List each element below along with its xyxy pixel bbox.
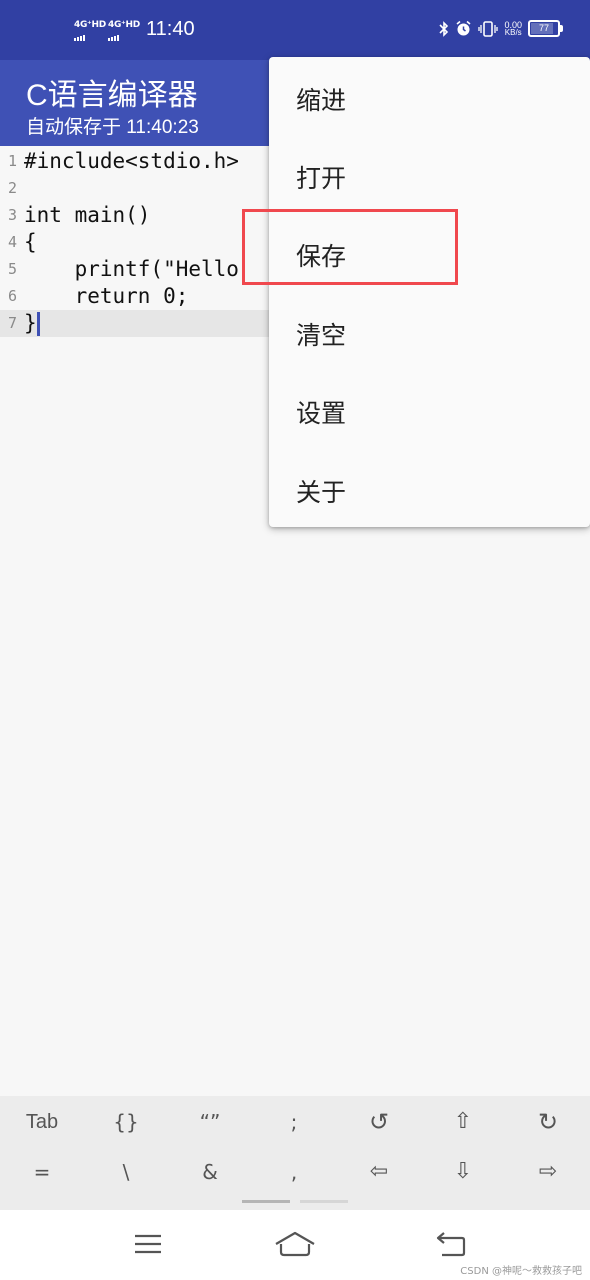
back-icon[interactable] (432, 1228, 472, 1260)
key-quotes[interactable]: “” (168, 1100, 252, 1144)
menu-item-open[interactable]: 打开 (269, 135, 590, 213)
signal-bars-icon (108, 31, 140, 41)
autosave-status: 自动保存于 11:40:23 (26, 117, 199, 138)
menu-item-about[interactable]: 关于 (269, 449, 590, 527)
text-cursor (37, 312, 40, 336)
watermark: CSDN @神呢～救救孩子吧 (460, 1266, 582, 1277)
signal-2-label: 4G⁺HD (108, 20, 140, 30)
arrow-up-icon[interactable]: ⇧ (421, 1100, 505, 1144)
undo-icon[interactable]: ↺ (337, 1100, 421, 1144)
key-tab[interactable]: Tab (0, 1100, 84, 1144)
key-comma[interactable]: , (252, 1150, 336, 1194)
line-number: 7 (7, 314, 17, 332)
menu-item-indent[interactable]: 缩进 (269, 57, 590, 135)
signal-1-label: 4G⁺HD (74, 20, 106, 30)
alarm-icon (456, 20, 471, 36)
net-speed-unit: KB/s (504, 27, 522, 37)
line-number: 1 (7, 152, 17, 170)
line-number: 6 (7, 287, 17, 305)
code-text[interactable]: { (24, 230, 37, 254)
vibrate-icon (478, 20, 499, 37)
overflow-menu: 缩进 打开 保存 清空 设置 关于 (269, 57, 590, 527)
code-text[interactable]: return 0; (24, 284, 189, 308)
arrow-right-icon[interactable]: ⇨ (506, 1150, 590, 1194)
battery-icon: 77 (528, 20, 563, 37)
key-ampersand[interactable]: & (168, 1150, 252, 1194)
home-icon[interactable] (273, 1228, 317, 1260)
code-text[interactable]: } (24, 311, 37, 335)
menu-item-clear[interactable]: 清空 (269, 292, 590, 370)
arrow-down-icon[interactable]: ⇩ (421, 1150, 505, 1194)
code-text[interactable]: printf("Hello (24, 257, 239, 281)
app-title: C语言编译器 (26, 79, 198, 112)
line-number: 5 (7, 260, 17, 278)
status-bar: 4G⁺HD 4G⁺HD 11:40 0.00 KB/s 77 (0, 0, 590, 60)
bluetooth-icon (439, 20, 449, 37)
redo-icon[interactable]: ↻ (506, 1100, 590, 1144)
signal-indicator-2: 4G⁺HD (108, 20, 140, 41)
arrow-left-icon[interactable]: ⇦ (337, 1150, 421, 1194)
signal-bars-icon (74, 31, 106, 41)
menu-item-label: 清空 (296, 321, 347, 350)
net-speed: 0.00 KB/s (504, 20, 522, 37)
line-number: 3 (7, 206, 17, 224)
code-text[interactable]: #include<stdio.h> (24, 149, 239, 173)
menu-item-label: 设置 (296, 399, 347, 428)
page-indicator (300, 1200, 348, 1203)
key-equals[interactable]: = (0, 1150, 84, 1194)
signal-indicator-1: 4G⁺HD (74, 20, 106, 41)
menu-item-label: 缩进 (296, 86, 347, 115)
menu-item-label: 关于 (296, 478, 347, 507)
menu-item-label: 打开 (296, 164, 347, 193)
battery-level: 77 (538, 23, 549, 33)
clock: 11:40 (146, 18, 195, 40)
key-semicolon[interactable]: ; (252, 1100, 336, 1144)
status-icons: 0.00 KB/s 77 (439, 20, 563, 37)
line-number: 2 (7, 179, 17, 197)
key-backslash[interactable]: \ (84, 1150, 168, 1194)
page-indicator-active (242, 1200, 290, 1203)
symbol-key-bar: Tab {} “” ; ↺ ⇧ ↻ = \ & , ⇦ ⇩ ⇨ (0, 1096, 590, 1210)
line-number: 4 (7, 233, 17, 251)
key-braces[interactable]: {} (84, 1100, 168, 1144)
code-text[interactable]: int main() (24, 203, 150, 227)
menu-item-settings[interactable]: 设置 (269, 370, 590, 448)
menu-icon[interactable] (128, 1228, 168, 1260)
highlight-box (242, 209, 458, 285)
